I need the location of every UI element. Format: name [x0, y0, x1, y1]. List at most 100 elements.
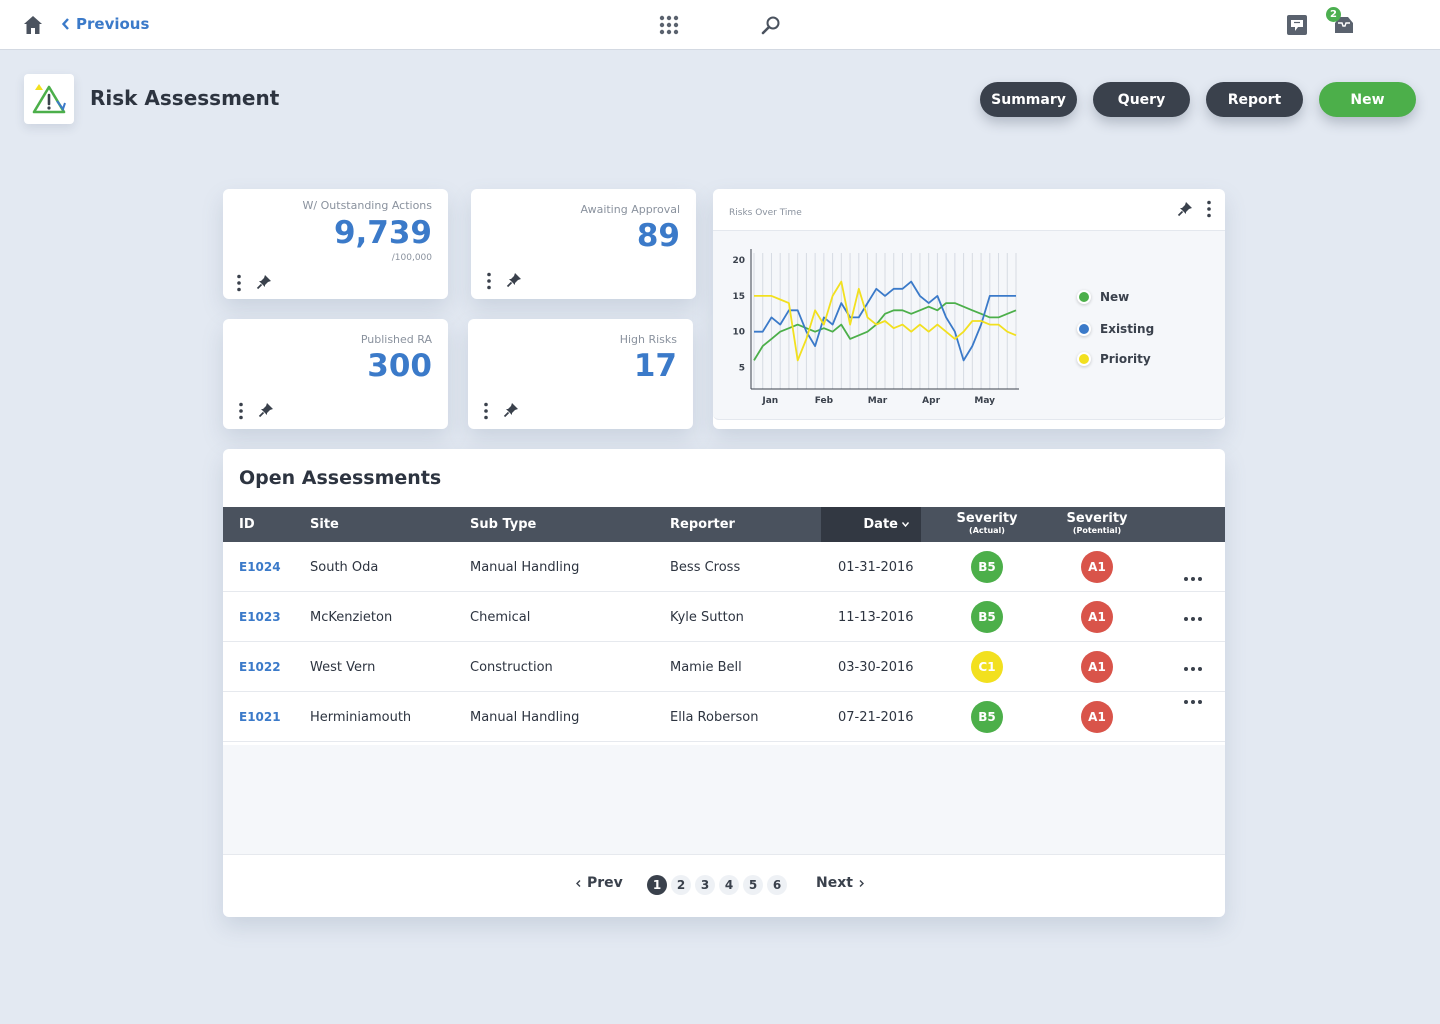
sort-down-icon [902, 522, 909, 527]
y-tick-label: 15 [732, 292, 745, 302]
more-horizontal-icon[interactable] [1183, 616, 1203, 622]
severity-potential-badge: A1 [1081, 551, 1113, 583]
assessment-id-link[interactable]: E1021 [239, 692, 281, 742]
reporter-cell: Kyle Sutton [670, 609, 744, 625]
previous-link[interactable]: Previous [62, 15, 149, 33]
column-header-date[interactable]: Date [821, 507, 921, 542]
column-header-id[interactable]: ID [239, 507, 255, 542]
site-cell: McKenzieton [310, 609, 393, 625]
pin-icon[interactable] [506, 272, 522, 288]
prev-label: Prev [587, 875, 623, 891]
severity-sub-label: (Potential) [1072, 525, 1122, 535]
stat-card-outstanding-actions: W/ Outstanding Actions 9,739 /100,000 [223, 189, 448, 299]
severity-label: Severity [1066, 510, 1128, 526]
next-label: Next [816, 875, 853, 891]
pin-icon[interactable] [1177, 201, 1193, 217]
chevron-right-icon [859, 879, 864, 887]
severity-actual-badge: B5 [971, 601, 1003, 633]
pagination: Prev 1 2 3 4 5 6 Next [223, 855, 1225, 917]
apps-grid-icon[interactable] [659, 15, 679, 35]
home-icon[interactable] [22, 14, 44, 36]
column-header-site[interactable]: Site [310, 507, 339, 542]
more-vertical-icon[interactable] [484, 402, 488, 420]
chevron-left-icon [62, 18, 69, 30]
table-row[interactable]: E1023 McKenzieton Chemical Kyle Sutton 1… [223, 592, 1225, 642]
sub-type-cell: Manual Handling [470, 709, 580, 725]
summary-button[interactable]: Summary [980, 82, 1077, 117]
page-number-5[interactable]: 5 [743, 875, 763, 895]
prev-page-button[interactable]: Prev [576, 875, 623, 891]
severity-potential-badge: A1 [1081, 701, 1113, 733]
column-header-reporter[interactable]: Reporter [670, 507, 735, 542]
stat-label: Awaiting Approval [580, 203, 681, 216]
table-row[interactable]: E1024 South Oda Manual Handling Bess Cro… [223, 542, 1225, 592]
pin-icon[interactable] [258, 402, 274, 418]
column-header-sub-type[interactable]: Sub Type [470, 507, 536, 542]
column-header-severity-potential[interactable]: Severity (Potential) [1057, 507, 1137, 542]
stat-sub: /100,000 [391, 253, 432, 263]
legend-item-existing[interactable]: Existing [1077, 322, 1154, 336]
assessment-id-link[interactable]: E1024 [239, 542, 281, 592]
stat-label: W/ Outstanding Actions [302, 199, 432, 212]
column-header-severity-actual[interactable]: Severity (Actual) [947, 507, 1027, 542]
site-cell: South Oda [310, 559, 379, 575]
legend-item-priority[interactable]: Priority [1077, 352, 1151, 366]
page-number-4[interactable]: 4 [719, 875, 739, 895]
x-tick-label: Apr [922, 396, 940, 406]
page-number-3[interactable]: 3 [695, 875, 715, 895]
severity-actual-badge: B5 [971, 701, 1003, 733]
stat-card-published-ra: Published RA 300 [223, 319, 448, 429]
notification-badge: 2 [1326, 7, 1341, 22]
legend-label: New [1100, 290, 1130, 304]
reporter-cell: Ella Roberson [670, 709, 759, 725]
legend-item-new[interactable]: New [1077, 290, 1129, 304]
page-number-6[interactable]: 6 [767, 875, 787, 895]
legend-dot [1077, 290, 1091, 304]
y-tick-label: 5 [739, 364, 745, 374]
stat-label: Published RA [360, 333, 432, 346]
reporter-cell: Bess Cross [670, 559, 741, 575]
feedback-icon[interactable] [1286, 14, 1308, 36]
pin-icon[interactable] [256, 274, 272, 290]
legend-label: Priority [1100, 352, 1151, 366]
table-row[interactable]: E1022 West Vern Construction Mamie Bell … [223, 642, 1225, 692]
previous-label: Previous [76, 15, 150, 33]
new-button[interactable]: New [1319, 82, 1416, 117]
x-tick-label: Jan [761, 396, 778, 406]
table-row[interactable]: E1021 Herminiamouth Manual Handling Ella… [223, 692, 1225, 742]
next-page-button[interactable]: Next [816, 875, 864, 891]
more-vertical-icon[interactable] [237, 274, 241, 292]
more-horizontal-icon[interactable] [1183, 666, 1203, 672]
assessment-id-link[interactable]: E1022 [239, 642, 281, 692]
chart-header: Risks Over Time [713, 189, 1225, 231]
line-chart: 5 10 15 20 Jan Feb Mar Apr May [732, 249, 1019, 406]
stat-value: 9,739 [333, 215, 432, 251]
pin-icon[interactable] [503, 402, 519, 418]
more-vertical-icon[interactable] [1207, 200, 1211, 218]
y-tick-label: 20 [732, 256, 745, 266]
date-cell: 11-13-2016 [838, 609, 914, 625]
severity-label: Severity [956, 510, 1018, 526]
query-button[interactable]: Query [1093, 82, 1190, 117]
table-title: Open Assessments [239, 467, 442, 489]
date-cell: 07-21-2016 [838, 709, 914, 725]
assessment-id-link[interactable]: E1023 [239, 592, 281, 642]
table-header: ID Site Sub Type Reporter Date Severity(… [223, 507, 1225, 542]
more-horizontal-icon[interactable] [1183, 576, 1203, 582]
date-cell: 03-30-2016 [838, 659, 914, 675]
chevron-left-icon [576, 879, 581, 887]
date-cell: 01-31-2016 [838, 559, 914, 575]
severity-sub-label: (Actual) [969, 525, 1005, 535]
severity-actual-badge: C1 [971, 651, 1003, 683]
page-number-2[interactable]: 2 [671, 875, 691, 895]
more-vertical-icon[interactable] [487, 272, 491, 290]
search-icon[interactable] [760, 14, 782, 36]
legend-label: Existing [1100, 322, 1155, 336]
more-horizontal-icon[interactable] [1183, 699, 1203, 705]
page-number-1[interactable]: 1 [647, 875, 667, 895]
stat-value: 17 [633, 348, 677, 384]
report-button[interactable]: Report [1206, 82, 1303, 117]
more-vertical-icon[interactable] [239, 402, 243, 420]
y-tick-label: 10 [732, 328, 745, 338]
stat-value: 89 [636, 218, 680, 254]
